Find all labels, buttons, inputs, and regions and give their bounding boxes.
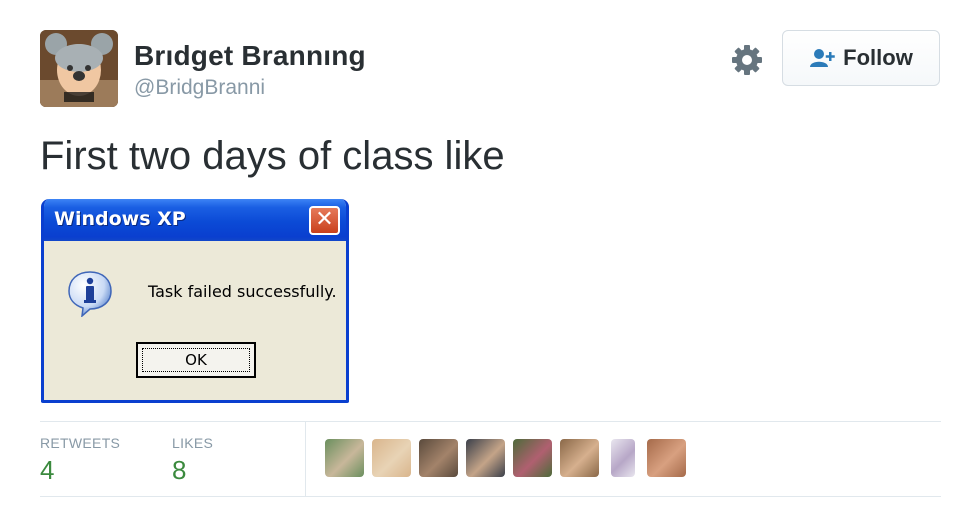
follow-button-label: Follow: [843, 45, 913, 70]
author-avatar[interactable]: [40, 30, 118, 107]
retweets-count[interactable]: 4: [40, 455, 54, 486]
dialog-ok-label: OK: [142, 348, 250, 372]
liker-avatar[interactable]: [513, 439, 552, 477]
liker-avatar[interactable]: [647, 439, 686, 477]
dialog-ok-button: OK: [136, 342, 256, 378]
stats-bottom-divider: [40, 496, 941, 497]
liker-avatar[interactable]: [419, 439, 458, 477]
likers-avatar-row: [325, 439, 686, 477]
close-icon: ✕: [309, 206, 340, 235]
follow-person-icon: [810, 49, 835, 67]
liker-avatar[interactable]: [611, 439, 635, 477]
likes-count[interactable]: 8: [172, 455, 186, 486]
dialog-message: Task failed successfully.: [148, 282, 337, 301]
tweet-text: First two days of class like: [40, 134, 505, 178]
info-icon: [68, 271, 112, 317]
stats-top-divider: [40, 421, 941, 422]
liker-avatar[interactable]: [325, 439, 364, 477]
liker-avatar[interactable]: [466, 439, 505, 477]
liker-avatar[interactable]: [560, 439, 599, 477]
avatar-image: [40, 30, 118, 107]
stats-vertical-divider: [305, 422, 306, 496]
gear-icon[interactable]: [729, 42, 765, 78]
likes-label[interactable]: LIKES: [172, 435, 213, 451]
retweets-label[interactable]: RETWEETS: [40, 435, 120, 451]
dialog-title: Windows XP: [54, 208, 186, 230]
liker-avatar[interactable]: [372, 439, 411, 477]
tweet-media-image[interactable]: Windows XP ✕ Task failed successfully. O…: [41, 199, 349, 403]
dialog-titlebar: Windows XP ✕: [44, 199, 346, 241]
follow-button[interactable]: Follow: [782, 30, 940, 86]
author-handle[interactable]: @BridgBranni: [134, 76, 265, 100]
author-name[interactable]: Brıdget Brannıng: [134, 40, 366, 72]
